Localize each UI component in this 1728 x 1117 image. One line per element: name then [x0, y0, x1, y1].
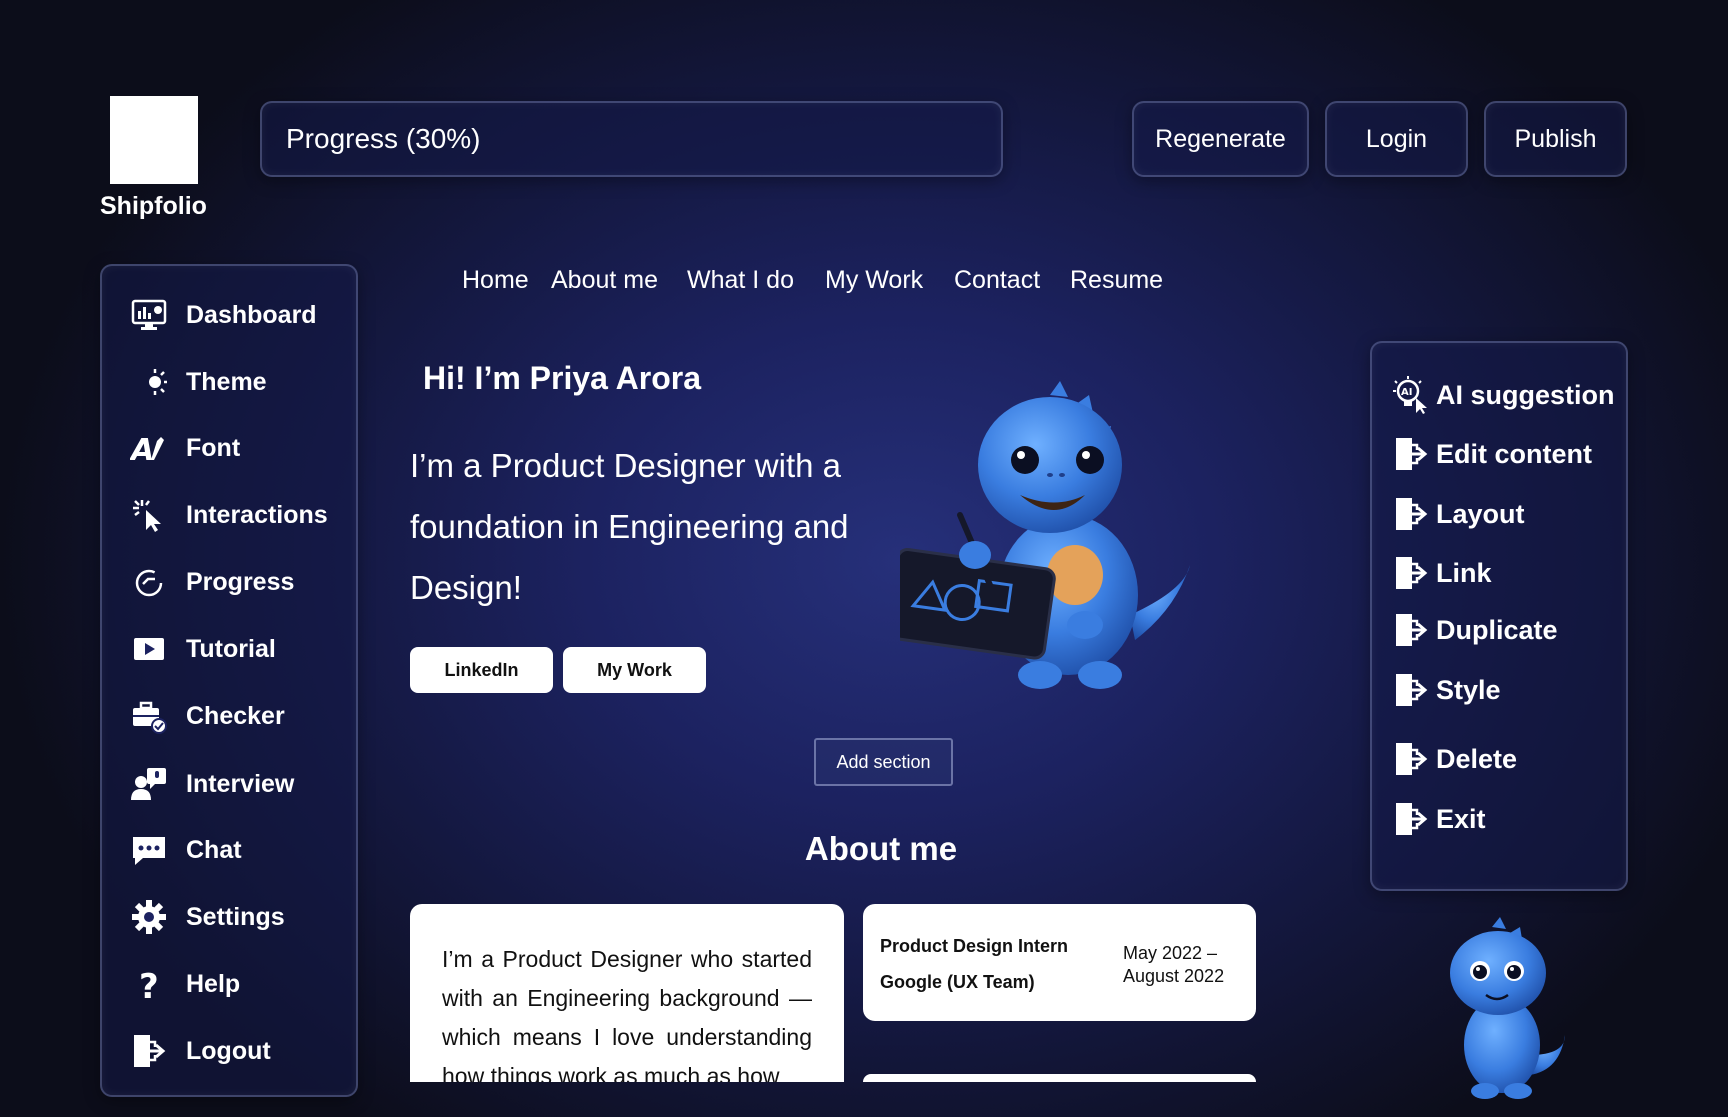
panel-item-label: Style — [1436, 674, 1501, 705]
sidebar-item-label: Tutorial — [186, 634, 276, 663]
sidebar-item-label: Font — [186, 433, 241, 462]
nav-resume[interactable]: Resume — [1070, 266, 1163, 295]
mascot-illustration — [900, 381, 1190, 689]
sidebar-item-settings[interactable]: Settings — [130, 898, 285, 936]
brand-name: Shipfolio — [100, 192, 207, 220]
nav-contact[interactable]: Contact — [954, 266, 1040, 295]
panel-item-label: AI suggestion — [1436, 379, 1615, 410]
linkedin-button[interactable]: LinkedIn — [410, 647, 553, 693]
sidebar: Dashboard Theme A Font Interactions Prog… — [100, 264, 358, 1097]
help-icon: ? — [139, 967, 159, 1003]
sidebar-item-label: Logout — [186, 1036, 271, 1065]
dashboard-icon — [131, 299, 167, 330]
progress-label: Progress (30%) — [286, 123, 481, 154]
panel-item-link[interactable]: Link — [1392, 554, 1492, 592]
sidebar-item-label: Help — [186, 969, 241, 998]
duplicate-icon — [1396, 614, 1428, 646]
panel-item-label: Link — [1436, 557, 1492, 588]
panel-item-edit-content[interactable]: Edit content — [1392, 435, 1592, 473]
nav-home[interactable]: Home — [462, 266, 529, 295]
panel-item-label: Delete — [1436, 743, 1518, 774]
sidebar-item-theme[interactable]: Theme — [130, 363, 267, 401]
nav-what-i-do[interactable]: What I do — [687, 266, 794, 295]
edit-content-icon — [1396, 438, 1428, 470]
experience-company: Google (UX Team) — [880, 972, 1035, 992]
panel-item-layout[interactable]: Layout — [1392, 495, 1525, 533]
sidebar-item-interview[interactable]: Interview — [130, 765, 294, 803]
panel-item-label: Layout — [1436, 498, 1525, 529]
add-section-button[interactable]: Add section — [814, 738, 953, 786]
interactions-icon — [133, 500, 161, 532]
panel-item-label: Edit content — [1436, 438, 1592, 469]
sidebar-item-help[interactable]: ? Help — [130, 965, 240, 1003]
font-icon: A — [130, 433, 164, 467]
sidebar-item-dashboard[interactable]: Dashboard — [130, 296, 317, 334]
panel-item-label: Duplicate — [1436, 614, 1558, 645]
panel-item-duplicate[interactable]: Duplicate — [1392, 611, 1558, 649]
panel-item-ai-suggestion[interactable]: AI AI suggestion — [1392, 376, 1615, 414]
svg-text:A: A — [130, 433, 154, 467]
style-icon — [1396, 674, 1428, 706]
experience-role: Product Design Intern — [880, 936, 1069, 956]
regenerate-button[interactable]: Regenerate — [1132, 101, 1309, 177]
edit-panel: AI AI suggestion Edit content Layout Lin… — [1370, 341, 1628, 891]
sidebar-item-label: Settings — [186, 902, 285, 931]
sidebar-item-progress[interactable]: Progress — [130, 563, 294, 601]
assistant-mascot[interactable] — [1440, 915, 1570, 1100]
experience-card-next — [863, 1074, 1256, 1082]
sidebar-item-label: Interview — [186, 769, 295, 798]
sidebar-item-logout[interactable]: Logout — [130, 1032, 271, 1070]
sidebar-item-font[interactable]: A Font — [130, 429, 240, 467]
sidebar-item-label: Checker — [186, 701, 285, 730]
svg-text:AI: AI — [1401, 387, 1412, 398]
exit-icon — [1396, 803, 1428, 835]
sidebar-item-tutorial[interactable]: Tutorial — [130, 630, 276, 668]
progress-icon — [135, 569, 163, 597]
link-icon — [1396, 557, 1428, 589]
layout-icon — [1396, 498, 1428, 530]
my-work-button[interactable]: My Work — [563, 647, 706, 693]
sidebar-item-label: Theme — [186, 367, 267, 396]
hero-subtitle: I’m a Product Designer with a foundation… — [410, 447, 849, 606]
interview-icon — [131, 768, 166, 800]
checker-icon — [133, 701, 167, 734]
sidebar-item-label: Progress — [186, 567, 295, 596]
theme-icon — [133, 369, 167, 395]
ai-suggestion-icon: AI — [1393, 376, 1427, 414]
settings-icon — [132, 900, 166, 934]
nav-about[interactable]: About me — [551, 266, 658, 295]
about-text: I’m a Product Designer who started with … — [442, 946, 812, 1082]
login-button[interactable]: Login — [1325, 101, 1468, 177]
logo[interactable] — [110, 96, 198, 184]
panel-item-delete[interactable]: Delete — [1392, 740, 1517, 778]
progress-bar: Progress (30%) — [260, 101, 1003, 177]
nav-my-work[interactable]: My Work — [825, 266, 923, 295]
publish-button[interactable]: Publish — [1484, 101, 1627, 177]
experience-date: May 2022 – August 2022 — [1123, 943, 1225, 986]
experience-card: Product Design Intern Google (UX Team) M… — [863, 904, 1256, 1021]
tutorial-icon — [134, 638, 164, 660]
about-card: I’m a Product Designer who started with … — [410, 904, 844, 1082]
panel-item-style[interactable]: Style — [1392, 671, 1501, 709]
panel-item-exit[interactable]: Exit — [1392, 800, 1486, 838]
sidebar-item-label: Interactions — [186, 500, 328, 529]
svg-text:?: ? — [139, 967, 159, 1003]
hero-title: Hi! I’m Priya Arora — [423, 360, 702, 396]
sidebar-item-checker[interactable]: Checker — [130, 697, 285, 735]
delete-icon — [1396, 743, 1428, 775]
sidebar-item-interactions[interactable]: Interactions — [130, 496, 328, 534]
logout-icon — [134, 1035, 166, 1067]
sidebar-item-label: Dashboard — [186, 300, 317, 329]
panel-item-label: Exit — [1436, 803, 1486, 834]
